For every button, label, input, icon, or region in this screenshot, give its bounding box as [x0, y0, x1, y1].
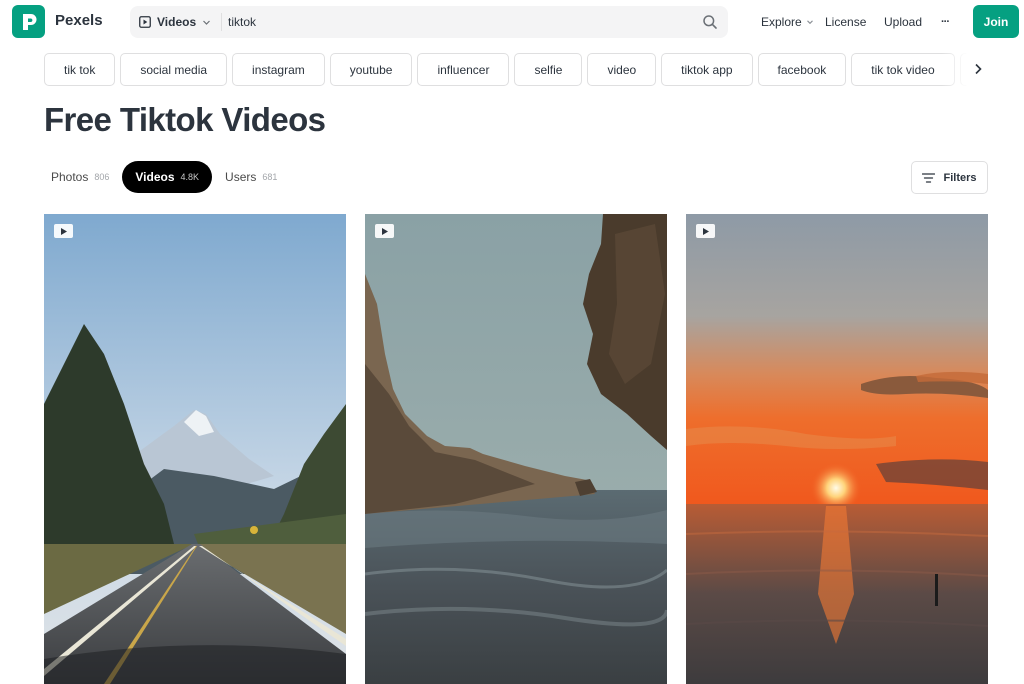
play-icon: [703, 227, 709, 235]
filters-label: Filters: [943, 171, 977, 184]
license-link[interactable]: License: [825, 15, 866, 29]
video-thumbnail-rocky-coast: [365, 214, 667, 684]
explore-label: Explore: [761, 15, 802, 29]
search-input[interactable]: [228, 12, 688, 32]
tag-chip[interactable]: social media: [120, 53, 228, 86]
video-icon: [139, 16, 151, 28]
tag-chip[interactable]: youtube: [329, 53, 413, 86]
video-badge: [375, 224, 394, 238]
more-icon: ···: [941, 16, 950, 28]
tab-count: 681: [262, 172, 278, 182]
search-divider: [221, 13, 223, 31]
tab-videos[interactable]: Videos 4.8K: [122, 161, 213, 193]
play-icon: [382, 227, 388, 235]
chevron-down-icon: [203, 20, 211, 25]
related-tags-list: tik tok social media instagram youtube influ…: [44, 53, 988, 86]
related-tags-bar: tik tok social media instagram youtube influ…: [44, 53, 988, 86]
tag-chip[interactable]: selfie: [514, 53, 583, 86]
filter-icon: [922, 172, 936, 183]
tag-chip[interactable]: video: [587, 53, 657, 86]
page-title: Free Tiktok Videos: [44, 101, 326, 138]
search-bar: Videos: [130, 6, 728, 38]
tag-chip[interactable]: instagram: [232, 53, 325, 86]
pexels-logo[interactable]: [12, 5, 45, 38]
tag-chip[interactable]: facebook: [757, 53, 847, 86]
tab-count: 4.8K: [180, 172, 200, 182]
video-card[interactable]: [686, 214, 988, 684]
pexels-logo-icon: [22, 13, 36, 30]
tab-photos[interactable]: Photos 806: [38, 161, 122, 193]
video-thumbnail-mountain-road: [44, 214, 346, 684]
tab-label: Photos: [51, 170, 89, 184]
tab-users[interactable]: Users 681: [212, 161, 290, 193]
video-badge: [54, 224, 73, 238]
join-button[interactable]: Join: [973, 5, 1019, 38]
video-thumbnail-sunset-sea: [686, 214, 988, 684]
chevron-down-icon: [806, 20, 813, 25]
video-card[interactable]: [44, 214, 346, 684]
tag-chip[interactable]: influencer: [417, 53, 510, 86]
nav-license[interactable]: License: [825, 0, 866, 44]
tab-count: 806: [94, 172, 110, 182]
result-type-tabs: Photos 806 Videos 4.8K Users 681: [38, 161, 290, 193]
brand-name[interactable]: Pexels: [55, 12, 103, 29]
filters-button[interactable]: Filters: [911, 161, 988, 194]
top-navigation-bar: Pexels Videos Explore License: [0, 0, 1024, 44]
play-icon: [61, 227, 67, 235]
tab-label: Users: [225, 170, 257, 184]
media-type-dropdown[interactable]: Videos: [139, 6, 223, 38]
video-card[interactable]: [365, 214, 667, 684]
video-badge: [696, 224, 715, 238]
media-type-label: Videos: [157, 15, 197, 29]
tab-label: Videos: [135, 170, 175, 184]
tag-chip[interactable]: tik tok video: [851, 53, 955, 86]
tag-chip[interactable]: tiktok app: [661, 53, 753, 86]
upload-link[interactable]: Upload: [884, 15, 922, 29]
tag-chip[interactable]: tik tok: [44, 53, 116, 86]
chevron-right-icon[interactable]: [970, 61, 986, 77]
nav-explore[interactable]: Explore: [761, 0, 814, 44]
nav-upload[interactable]: Upload: [884, 0, 922, 44]
more-menu-button[interactable]: ···: [941, 0, 950, 44]
search-icon[interactable]: [702, 14, 718, 30]
explore-link[interactable]: Explore: [761, 15, 814, 29]
